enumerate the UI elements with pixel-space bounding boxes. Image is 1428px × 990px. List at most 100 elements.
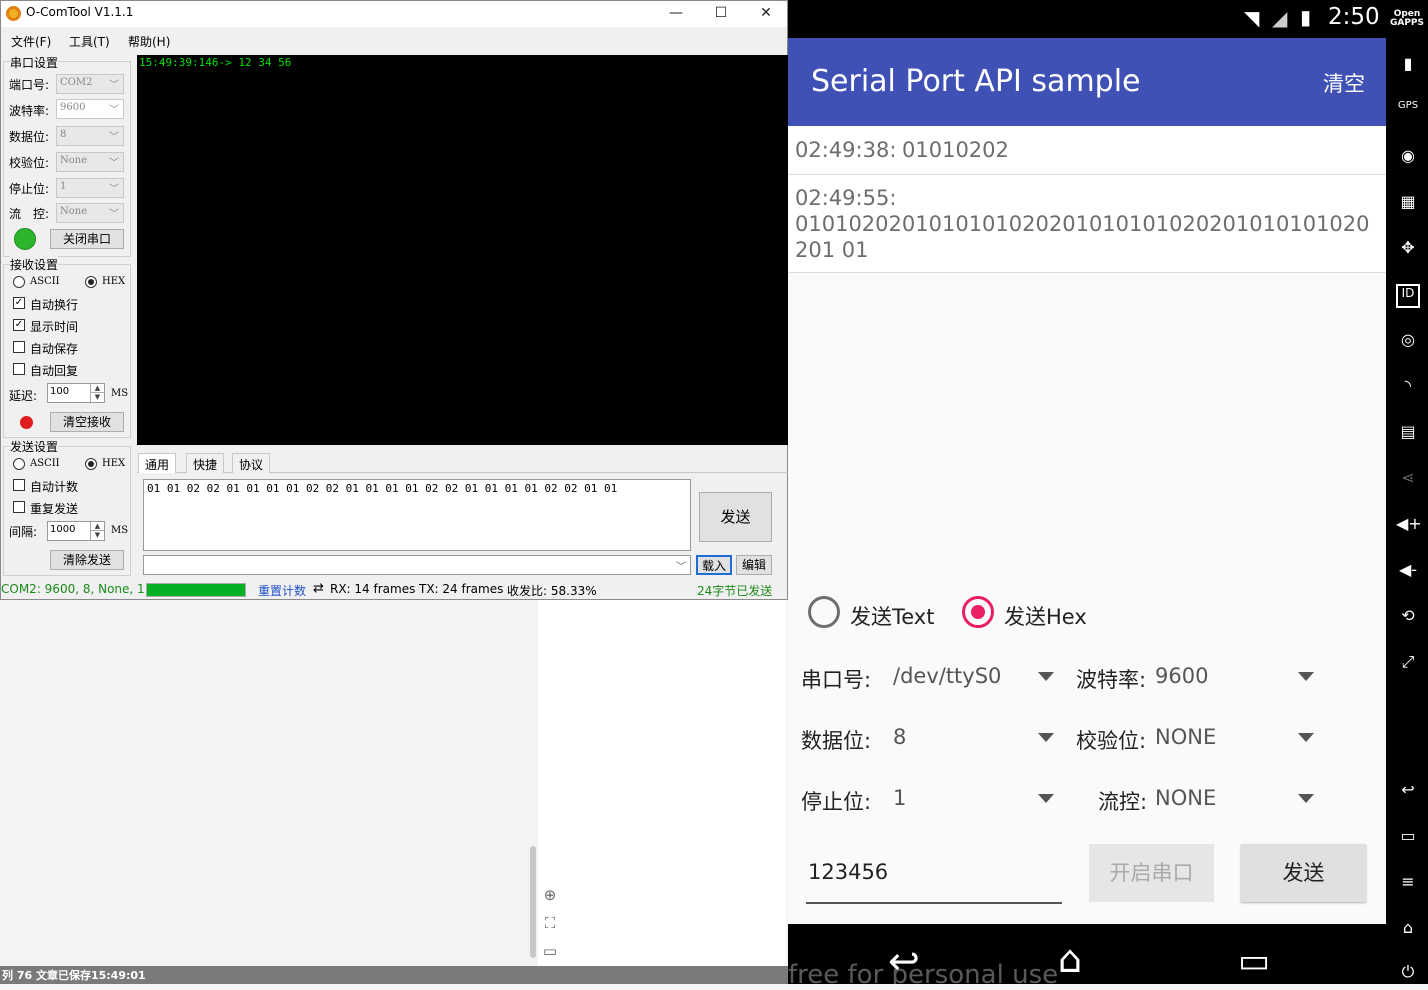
send-input[interactable]: 123456 — [806, 848, 1062, 904]
maximize-button[interactable]: ☐ — [698, 1, 744, 27]
send-textarea[interactable]: 01 01 02 02 01 01 01 01 02 02 01 01 01 0… — [143, 479, 691, 551]
receive-ascii-radio[interactable] — [13, 276, 25, 288]
port-value: COM2 — [60, 77, 93, 88]
chevron-down-icon: ﹀ — [109, 158, 119, 169]
recent-apps-icon[interactable]: ▭ — [1396, 826, 1420, 850]
flow-value: None — [60, 206, 88, 217]
receive-hex-label: HEX — [102, 276, 126, 287]
repeat-send-checkbox[interactable] — [13, 501, 25, 513]
port-spinner[interactable]: /dev/ttyS0 — [888, 656, 1058, 696]
home-icon[interactable]: ⌂ — [1396, 918, 1420, 942]
receive-hex-radio[interactable] — [85, 276, 97, 288]
reset-count-link[interactable]: 重置计数 — [258, 582, 306, 599]
send-text-radio[interactable] — [808, 596, 840, 628]
laptop-icon[interactable]: ▭ — [541, 942, 559, 960]
nav-recent-icon[interactable]: ▭ — [1238, 942, 1270, 980]
parity-select[interactable]: None ﹀ — [56, 152, 124, 172]
nav-home-icon[interactable]: ⌂ — [1058, 940, 1082, 978]
auto-save-checkbox[interactable] — [13, 341, 25, 353]
title-bar[interactable]: O-ComTool V1.1.1 — ☐ ✕ — [1, 1, 787, 27]
auto-reply-checkbox[interactable] — [13, 363, 25, 375]
data-bits-spinner[interactable]: 8 — [888, 717, 1058, 757]
menu-icon[interactable]: ≡ — [1396, 872, 1420, 896]
message-text: 01010202 — [902, 138, 1009, 162]
send-history-select[interactable]: ﹀ — [143, 555, 691, 575]
stop-bits-select[interactable]: 1 ﹀ — [56, 178, 124, 198]
load-button[interactable]: 载入 — [696, 555, 732, 575]
rss-icon[interactable]: ◝ — [1396, 376, 1420, 400]
delay-label: 延迟: — [9, 389, 38, 403]
tab-quick[interactable]: 快捷 — [186, 453, 225, 473]
gps-icon[interactable]: GPS — [1396, 100, 1420, 124]
close-button[interactable]: ✕ — [743, 1, 789, 27]
spin-up-icon[interactable]: ▲ — [90, 384, 104, 393]
share-icon[interactable]: ⋖ — [1396, 468, 1420, 492]
receive-settings-title: 接收设置 — [10, 256, 59, 273]
crosshair-icon[interactable]: ⊕ — [541, 886, 559, 904]
camera-icon[interactable]: ◉ — [1396, 146, 1420, 170]
dropdown-arrow-icon — [1038, 733, 1054, 742]
send-button[interactable]: 发送 — [1241, 844, 1366, 902]
battery-tool-icon[interactable]: ▮ — [1396, 54, 1420, 78]
interval-spinner[interactable]: 1000 ▲ ▼ — [47, 521, 105, 541]
close-port-button[interactable]: 关闭串口 — [50, 229, 124, 249]
clear-receive-button[interactable]: 清空接收 — [50, 412, 124, 432]
receive-terminal[interactable]: 15:49:39:146-> 12 34 56 — [137, 55, 788, 445]
refresh-icon[interactable]: ⇄ — [313, 581, 324, 596]
send-ascii-radio[interactable] — [13, 458, 25, 470]
menu-file[interactable]: 文件(F) — [11, 33, 51, 50]
stop-bits-spinner[interactable]: 1 — [888, 778, 1058, 818]
show-time-checkbox[interactable]: ✓ — [13, 319, 25, 331]
spin-down-icon[interactable]: ▼ — [90, 531, 104, 540]
delay-spinner[interactable]: 100 ▲ ▼ — [47, 383, 105, 403]
port-settings-title: 串口设置 — [10, 54, 59, 71]
spin-up-icon[interactable]: ▲ — [90, 522, 104, 531]
baud-spinner[interactable]: 9600 — [1150, 656, 1320, 696]
message-item[interactable]: 02:49:55: 010102020101010102020101010102… — [788, 175, 1386, 272]
sms-icon[interactable]: ▤ — [1396, 422, 1420, 446]
open-port-button[interactable]: 开启串口 — [1089, 844, 1214, 902]
tab-general[interactable]: 通用 — [138, 453, 177, 473]
clapper-icon[interactable]: ▦ — [1396, 192, 1420, 216]
data-bits-select[interactable]: 8 ﹀ — [56, 126, 124, 146]
volume-up-icon[interactable]: ◀+ — [1396, 514, 1422, 538]
send-hex-radio[interactable] — [85, 458, 97, 470]
clock: 2:50 — [1328, 4, 1380, 30]
fit-icon[interactable]: ⛶ — [541, 914, 559, 932]
parity-spinner[interactable]: NONE — [1150, 717, 1320, 757]
move-icon[interactable]: ✥ — [1396, 238, 1420, 262]
tab-protocol[interactable]: 协议 — [232, 453, 271, 473]
editor-page[interactable] — [538, 600, 786, 966]
auto-reply-label: 自动回复 — [30, 364, 79, 378]
baud-select[interactable]: 9600 ﹀ — [56, 99, 124, 119]
menu-tools[interactable]: 工具(T) — [69, 33, 110, 50]
spin-down-icon[interactable]: ▼ — [90, 393, 104, 402]
minimize-button[interactable]: — — [653, 1, 699, 27]
flow-select[interactable]: None ﹀ — [56, 203, 124, 223]
scale-icon[interactable]: ⤢ — [1396, 652, 1420, 676]
edit-button[interactable]: 编辑 — [736, 555, 772, 575]
back-icon[interactable]: ↩ — [1396, 780, 1420, 804]
chevron-down-icon: ﹀ — [109, 105, 119, 116]
disk-icon[interactable]: ◎ — [1396, 330, 1420, 354]
clear-action[interactable]: 清空 — [1323, 68, 1365, 98]
flow-spinner[interactable]: NONE — [1150, 778, 1320, 818]
editor-scrollbar[interactable] — [530, 846, 536, 958]
port-select[interactable]: COM2 ﹀ — [56, 74, 124, 94]
open-gapps-icon[interactable]: Open GAPPS — [1387, 10, 1427, 28]
auto-wrap-checkbox[interactable]: ✓ — [13, 297, 25, 309]
rotate-icon[interactable]: ⟲ — [1396, 606, 1420, 630]
delay-value: 100 — [50, 386, 70, 397]
volume-down-icon[interactable]: ◀- — [1396, 560, 1420, 584]
message-item[interactable]: 02:49:38: 01010202 — [788, 126, 1386, 174]
clear-send-button[interactable]: 清除发送 — [50, 550, 124, 570]
send-hex-radio[interactable] — [962, 596, 994, 628]
menu-help[interactable]: 帮助(H) — [128, 33, 170, 50]
send-settings-title: 发送设置 — [10, 438, 59, 455]
data-bits-label: 数据位: — [9, 130, 50, 144]
power-icon[interactable]: ⏻ — [1396, 962, 1420, 986]
auto-count-checkbox[interactable] — [13, 479, 25, 491]
port-value: /dev/ttyS0 — [893, 664, 1002, 688]
id-icon[interactable]: ID — [1396, 284, 1420, 308]
send-button[interactable]: 发送 — [699, 492, 772, 542]
